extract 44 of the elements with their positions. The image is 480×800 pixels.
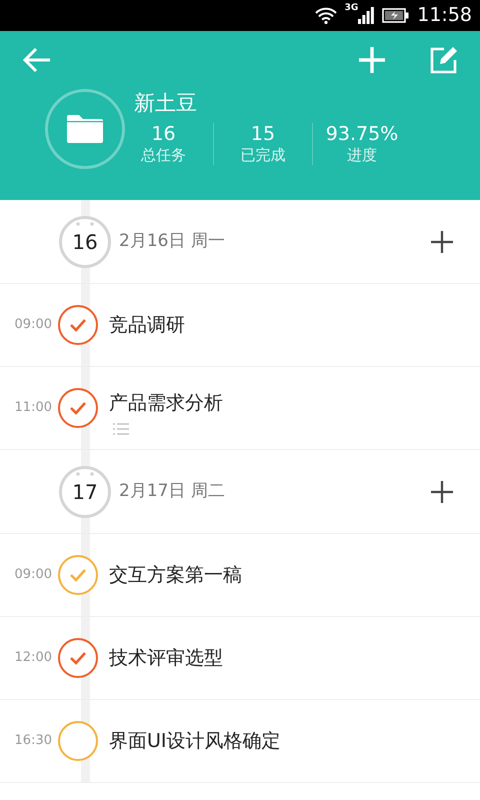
wifi-icon bbox=[314, 7, 337, 24]
task-time: 11:00 bbox=[14, 399, 53, 418]
task-time: 12:00 bbox=[14, 649, 53, 668]
project-title: 新土豆 bbox=[134, 92, 198, 114]
task-time: 16:30 bbox=[14, 732, 53, 750]
folder-icon bbox=[67, 115, 103, 143]
task-title[interactable]: 交互方案第一稿 bbox=[109, 560, 242, 590]
stat-label: 进度 bbox=[346, 146, 378, 166]
stat-label: 总任务 bbox=[140, 146, 187, 166]
add-task-button[interactable] bbox=[430, 479, 454, 504]
task-time: 09:00 bbox=[14, 316, 53, 334]
network-label: 3G bbox=[344, 4, 358, 13]
add-task-button[interactable] bbox=[430, 229, 454, 254]
day-number: 16 bbox=[72, 228, 98, 256]
day-date: 2月16日 周一 bbox=[119, 230, 225, 253]
task-title[interactable]: 产品需求分析 bbox=[109, 388, 223, 418]
task-checkbox[interactable] bbox=[58, 305, 98, 345]
task-title[interactable]: 界面UI设计风格确定 bbox=[109, 726, 281, 756]
task-title[interactable]: 技术评审选型 bbox=[109, 644, 223, 672]
task-time: 09:00 bbox=[14, 566, 53, 584]
list-icon bbox=[113, 423, 129, 436]
task-checkbox[interactable] bbox=[58, 388, 98, 428]
task-checkbox[interactable] bbox=[58, 555, 98, 595]
stat-value: 93.75% bbox=[324, 122, 400, 146]
checkmark-icon bbox=[69, 568, 87, 582]
calendar-rings-icon bbox=[76, 222, 94, 226]
checkmark-icon bbox=[69, 318, 87, 332]
task-checkbox[interactable] bbox=[58, 721, 98, 761]
stat-label: 已完成 bbox=[240, 146, 286, 166]
checkmark-icon bbox=[69, 401, 87, 415]
calendar-rings-icon bbox=[76, 472, 94, 476]
back-icon[interactable] bbox=[22, 47, 52, 73]
stat-value: 15 bbox=[250, 122, 276, 146]
add-icon[interactable] bbox=[358, 46, 386, 74]
task-checkbox[interactable] bbox=[58, 638, 98, 678]
task-title[interactable]: 竞品调研 bbox=[109, 310, 185, 340]
stat-value: 16 bbox=[150, 122, 177, 146]
signal-icon bbox=[358, 7, 374, 24]
day-number: 17 bbox=[72, 478, 98, 506]
battery-icon bbox=[382, 8, 410, 23]
checkmark-icon bbox=[69, 651, 87, 665]
edit-icon[interactable] bbox=[430, 46, 458, 74]
day-date: 2月17日 周二 bbox=[119, 480, 225, 503]
clock: 11:58 bbox=[417, 6, 472, 25]
